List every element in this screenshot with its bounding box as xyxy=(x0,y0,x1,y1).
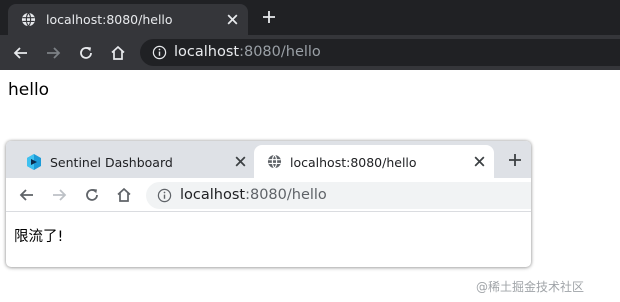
reload-icon[interactable] xyxy=(77,44,95,62)
address-bar[interactable]: localhost:8080/hello xyxy=(140,39,620,66)
home-icon[interactable] xyxy=(109,44,127,62)
reload-icon[interactable] xyxy=(83,186,101,204)
info-icon[interactable] xyxy=(152,45,167,60)
arrow-right-icon[interactable] xyxy=(44,44,62,62)
url-path: :8080/hello xyxy=(245,187,327,203)
url-host: localhost xyxy=(180,187,246,203)
page-content-text: 限流了! xyxy=(14,229,64,245)
page-content-text: hello xyxy=(8,80,50,100)
plus-icon[interactable] xyxy=(508,153,522,167)
globe-icon xyxy=(21,12,36,27)
globe-icon xyxy=(267,154,282,169)
tab-localhost-hello[interactable]: localhost:8080/hello xyxy=(254,145,494,178)
url-text: localhost:8080/hello xyxy=(180,187,327,203)
tab-title: localhost:8080/hello xyxy=(290,155,417,170)
info-icon[interactable] xyxy=(157,188,172,203)
tab-strip: localhost:8080/hello xyxy=(0,0,620,35)
tab-localhost-hello[interactable]: localhost:8080/hello xyxy=(8,4,248,35)
tab-sentinel-dashboard[interactable]: Sentinel Dashboard xyxy=(14,145,254,178)
tab-strip: Sentinel Dashboard localhost:8080/hello xyxy=(6,141,531,178)
tab-title: localhost:8080/hello xyxy=(46,12,173,27)
close-icon[interactable] xyxy=(473,155,486,168)
close-icon[interactable] xyxy=(234,155,247,168)
close-icon[interactable] xyxy=(226,13,239,26)
arrow-left-icon[interactable] xyxy=(12,44,30,62)
address-bar[interactable]: localhost:8080/hello xyxy=(146,182,531,209)
url-text: localhost:8080/hello xyxy=(174,44,321,60)
home-icon[interactable] xyxy=(115,186,133,204)
url-path: :8080/hello xyxy=(239,44,321,60)
toolbar: localhost:8080/hello xyxy=(6,178,531,212)
tab-title: Sentinel Dashboard xyxy=(50,155,173,170)
watermark: @稀土掘金技术社区 xyxy=(476,280,585,294)
plus-icon[interactable] xyxy=(262,10,276,24)
bottom-browser-window: Sentinel Dashboard localhost:8080/hello xyxy=(6,141,531,267)
arrow-left-icon[interactable] xyxy=(18,186,36,204)
toolbar: localhost:8080/hello xyxy=(0,35,620,70)
top-browser-window: localhost:8080/hello localhost:8080/hell… xyxy=(0,0,620,70)
arrow-right-icon[interactable] xyxy=(50,186,68,204)
url-host: localhost xyxy=(174,44,240,60)
sentinel-logo-icon xyxy=(27,154,41,170)
